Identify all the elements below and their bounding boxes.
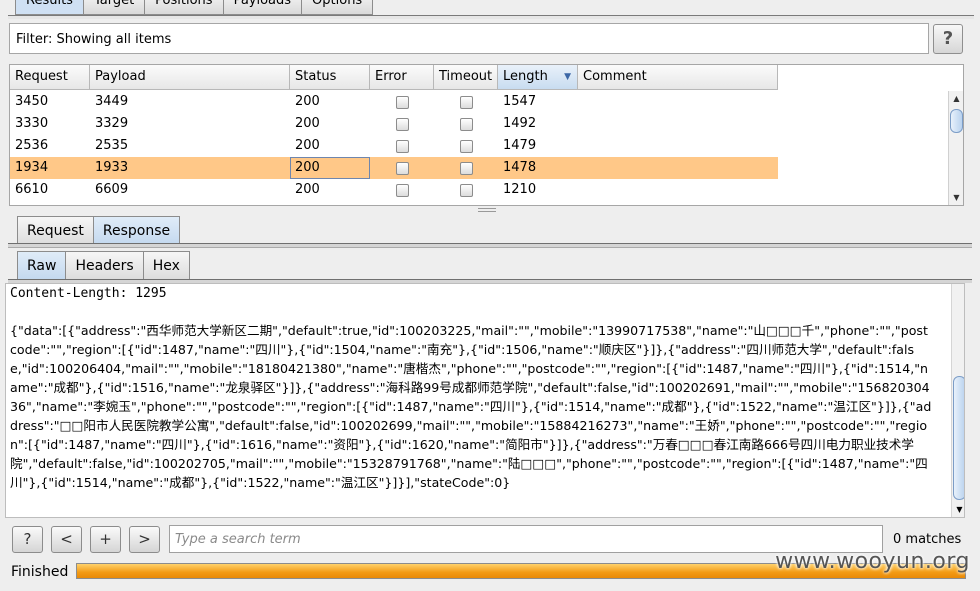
tab-options[interactable]: Options — [301, 0, 374, 15]
table-row[interactable]: 6610 6609 200 1210 — [10, 179, 778, 201]
error-cell — [370, 157, 434, 179]
comment-cell — [578, 91, 778, 113]
request-cell: 3330 — [15, 116, 49, 131]
editor-scroll-down-icon[interactable]: ▼ — [952, 502, 964, 517]
help-button[interactable]: ? — [933, 24, 963, 54]
timeout-checkbox[interactable] — [459, 139, 473, 153]
error-checkbox[interactable] — [395, 117, 409, 131]
status-text: Finished — [11, 564, 69, 580]
timeout-checkbox[interactable] — [459, 183, 473, 197]
editor-scrollbar[interactable]: ▼ — [951, 284, 964, 517]
header-fill — [778, 65, 948, 90]
error-cell — [370, 135, 434, 157]
timeout-checkbox[interactable] — [459, 95, 473, 109]
table-scrollbar[interactable]: ▲ ▼ — [948, 91, 963, 205]
status-cell: 200 — [295, 182, 320, 197]
length-cell: 1547 — [503, 94, 537, 109]
comment-cell — [578, 157, 778, 179]
timeout-cell — [434, 91, 498, 113]
results-table: Request Payload Status Error Timeout Length ▼ C… — [9, 64, 964, 206]
length-cell: 1478 — [503, 160, 537, 175]
column-header-request[interactable]: Request — [10, 65, 90, 90]
error-checkbox[interactable] — [395, 95, 409, 109]
timeout-cell — [434, 113, 498, 135]
payload-cell: 1933 — [95, 160, 129, 175]
scroll-up-icon[interactable]: ▲ — [949, 91, 963, 106]
sort-desc-icon: ▼ — [564, 72, 571, 82]
timeout-checkbox[interactable] — [459, 117, 473, 131]
payload-cell: 6609 — [95, 182, 129, 197]
filter-bar[interactable]: Filter: Showing all items — [9, 23, 929, 54]
tab-divider — [8, 15, 974, 19]
payload-cell: 2535 — [95, 138, 129, 153]
table-row[interactable]: 3330 3329 200 1492 — [10, 113, 778, 135]
error-cell — [370, 179, 434, 201]
response-editor[interactable]: Content-Length: 1295 {"data":[{"address"… — [5, 283, 965, 518]
scroll-down-icon[interactable]: ▼ — [949, 190, 963, 205]
message-tab-divider — [8, 243, 972, 248]
column-header-length[interactable]: Length ▼ — [498, 65, 578, 90]
search-add-button[interactable]: + — [90, 526, 121, 553]
comment-cell — [578, 135, 778, 157]
table-row[interactable]: 1934 1933 200 1478 — [10, 157, 778, 179]
request-cell: 3450 — [15, 94, 49, 109]
length-cell: 1492 — [503, 116, 537, 131]
message-tabs: Request Response — [17, 216, 181, 244]
tab-request[interactable]: Request — [17, 216, 94, 244]
pane-splitter[interactable] — [478, 208, 496, 212]
request-cell: 2536 — [15, 138, 49, 153]
tab-headers[interactable]: Headers — [65, 251, 144, 279]
timeout-checkbox[interactable] — [459, 161, 473, 175]
error-cell — [370, 91, 434, 113]
status-cell: 200 — [295, 94, 320, 109]
comment-cell — [578, 179, 778, 201]
response-body[interactable]: {"data":[{"address":"西华师范大学新区二期","defaul… — [10, 321, 932, 492]
timeout-cell — [434, 135, 498, 157]
search-next-button[interactable]: > — [129, 526, 160, 553]
status-cell: 200 — [290, 157, 370, 179]
table-row[interactable]: 2536 2535 200 1479 — [10, 135, 778, 157]
search-prev-button[interactable]: < — [51, 526, 82, 553]
length-cell: 1210 — [503, 182, 537, 197]
format-tabs: Raw Headers Hex — [17, 251, 190, 279]
status-cell: 200 — [295, 116, 320, 131]
table-row[interactable]: 3450 3449 200 1547 — [10, 91, 778, 113]
watermark: www.wooyun.org — [775, 549, 970, 574]
column-header-payload[interactable]: Payload — [90, 65, 290, 90]
tab-hex[interactable]: Hex — [142, 251, 190, 279]
error-cell — [370, 113, 434, 135]
editor-scroll-thumb[interactable] — [953, 376, 964, 500]
column-header-timeout[interactable]: Timeout — [434, 65, 498, 90]
error-checkbox[interactable] — [395, 139, 409, 153]
error-checkbox[interactable] — [395, 183, 409, 197]
column-header-error[interactable]: Error — [370, 65, 434, 90]
tab-positions[interactable]: Positions — [144, 0, 224, 15]
payload-cell: 3449 — [95, 94, 129, 109]
scroll-thumb[interactable] — [950, 109, 963, 133]
search-help-button[interactable]: ? — [12, 526, 43, 553]
table-body: 3450 3449 200 1547 3330 3329 200 1492 2536 2535 20… — [10, 91, 778, 201]
tab-raw[interactable]: Raw — [17, 251, 67, 279]
length-cell: 1479 — [503, 138, 537, 153]
tab-results[interactable]: Results — [15, 0, 84, 15]
status-cell: 200 — [295, 138, 320, 153]
timeout-cell — [434, 157, 498, 179]
tab-target[interactable]: Target — [82, 0, 146, 15]
tab-response[interactable]: Response — [92, 216, 181, 244]
match-count: 0 matches — [893, 532, 962, 547]
column-header-status[interactable]: Status — [290, 65, 370, 90]
content-length-header: Content-Length: 1295 — [10, 286, 167, 301]
payload-cell: 3329 — [95, 116, 129, 131]
timeout-cell — [434, 179, 498, 201]
tab-payloads[interactable]: Payloads — [222, 0, 303, 15]
column-header-comment[interactable]: Comment — [578, 65, 778, 90]
request-cell: 1934 — [15, 160, 49, 175]
request-cell: 6610 — [15, 182, 49, 197]
table-header: Request Payload Status Error Timeout Length ▼ C… — [10, 65, 778, 90]
top-tab-bar: Results Target Positions Payloads Option… — [15, 0, 374, 15]
comment-cell — [578, 113, 778, 135]
error-checkbox[interactable] — [395, 161, 409, 175]
